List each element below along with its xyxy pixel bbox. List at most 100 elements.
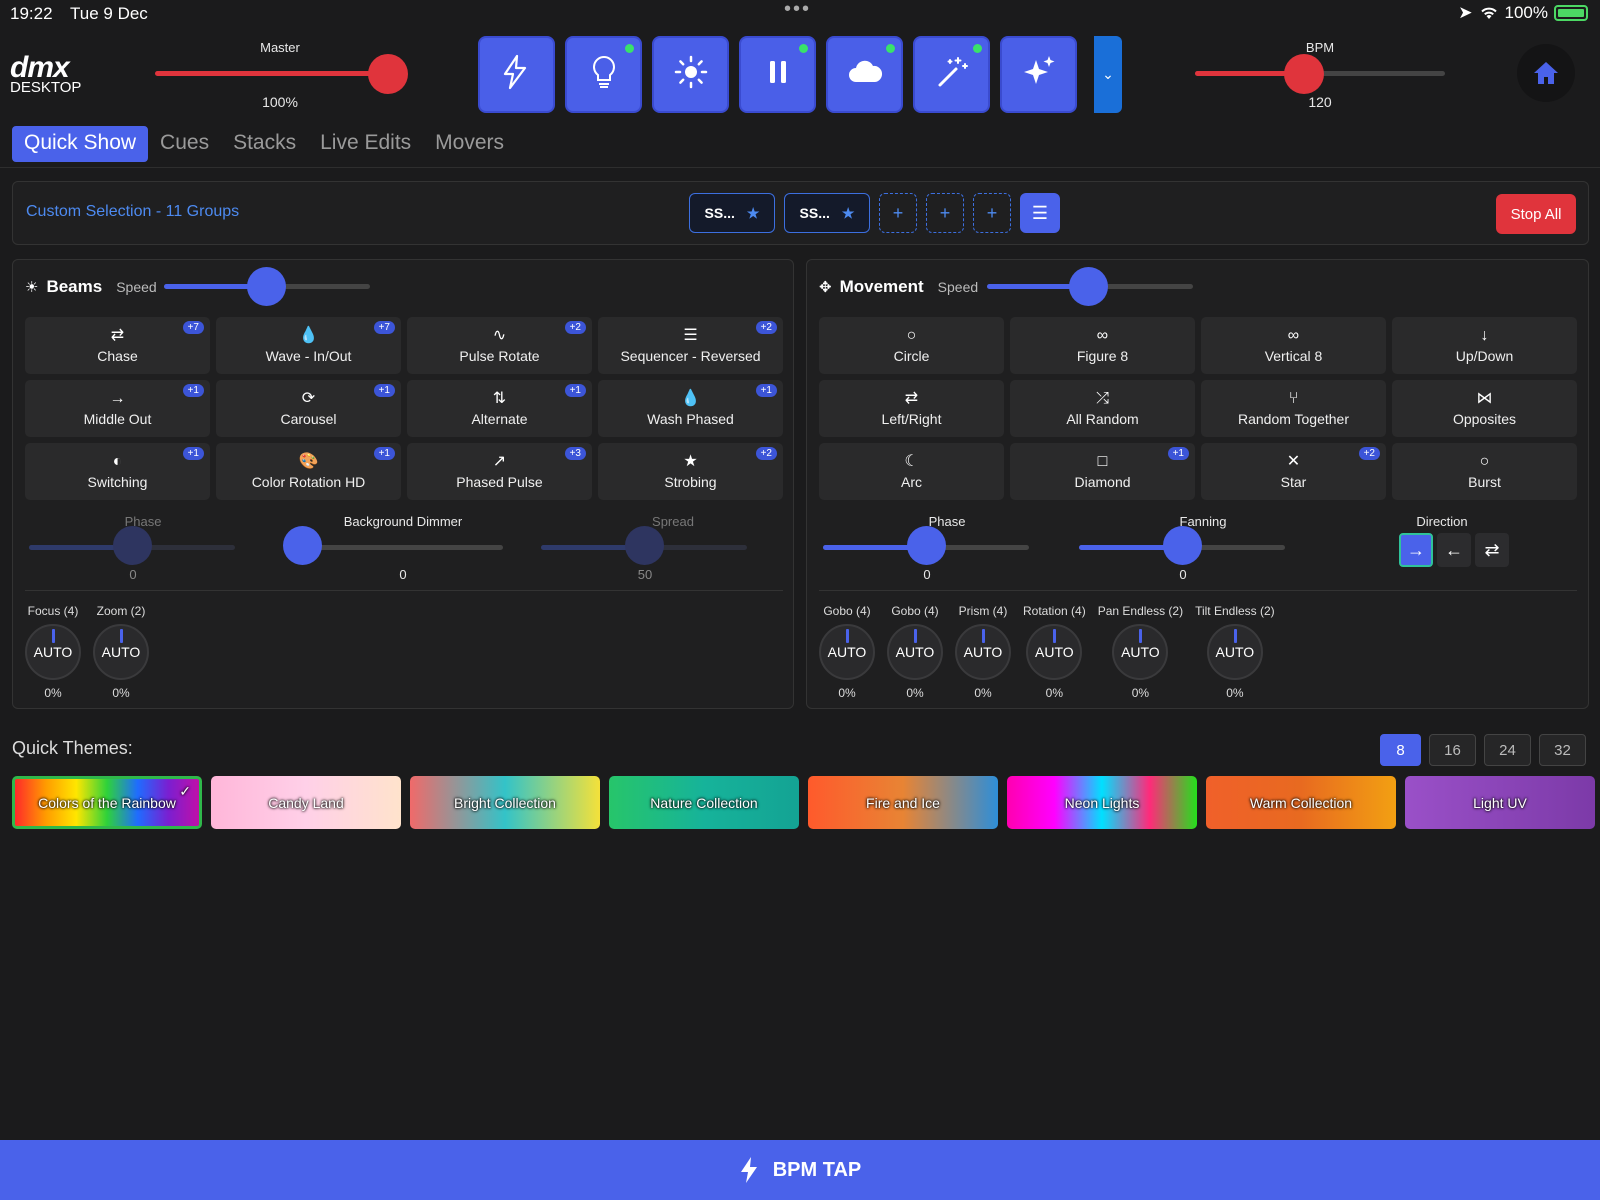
top-button-magic-wand[interactable]: [913, 36, 990, 113]
effect-icon: 💧: [680, 390, 701, 407]
knob-indicator: [52, 629, 55, 643]
effect-middle-out[interactable]: → Middle Out +1: [25, 380, 210, 437]
bpm-tap-button[interactable]: BPM TAP: [0, 1140, 1600, 1200]
tab-cues[interactable]: Cues: [148, 126, 221, 162]
movement-phase-value: 0: [923, 567, 931, 582]
page-32-button[interactable]: 32: [1539, 734, 1586, 766]
knob-dial[interactable]: AUTO: [25, 624, 81, 680]
theme-warm-collection[interactable]: Warm Collection: [1206, 776, 1396, 829]
background-dimmer-knob[interactable]: [283, 526, 322, 565]
beams-phase-knob[interactable]: [113, 526, 152, 565]
knob-value: 0%: [906, 686, 924, 700]
theme-light-uv[interactable]: Light UV: [1405, 776, 1595, 829]
effect-all-random[interactable]: ⤮ All Random: [1010, 380, 1195, 437]
tab-quick-show[interactable]: Quick Show: [12, 126, 149, 162]
fanning-knob[interactable]: [1163, 526, 1202, 565]
effect-star[interactable]: ✕ Star +2: [1201, 443, 1386, 500]
more-chevron-button[interactable]: ⌄: [1094, 36, 1122, 113]
knob-dial[interactable]: AUTO: [1112, 624, 1169, 680]
theme-neon-lights[interactable]: Neon Lights: [1007, 776, 1197, 829]
knob-dial[interactable]: AUTO: [93, 624, 149, 680]
status-time: 19:22: [10, 4, 53, 23]
top-button-lightning[interactable]: [478, 36, 555, 113]
tab-movers[interactable]: Movers: [423, 126, 516, 162]
group-chip-1[interactable]: SS... ★: [689, 193, 775, 233]
movement-panel: ✥ Movement Speed ○ Circle ∞ Figure 8 ∞ Vertic…: [806, 259, 1589, 709]
group-chip-2[interactable]: SS... ★: [784, 193, 870, 233]
knob-dial[interactable]: AUTO: [1206, 624, 1263, 680]
movement-speed-knob[interactable]: [1069, 267, 1108, 306]
effect-icon: ⇅: [492, 390, 507, 407]
effect-switching[interactable]: ◐ Switching +1: [25, 443, 210, 500]
effect-wave-in-out[interactable]: 💧 Wave - In/Out +7: [216, 317, 401, 374]
effect-phased-pulse[interactable]: ↗ Phased Pulse +3: [407, 443, 592, 500]
effect-strobing[interactable]: ★ Strobing +2: [598, 443, 783, 500]
direction-forward-button[interactable]: →: [1399, 533, 1433, 567]
effect-pulse-rotate[interactable]: ∿ Pulse Rotate +2: [407, 317, 592, 374]
direction-reverse-button[interactable]: ←: [1437, 533, 1471, 567]
effect-opposites[interactable]: ⋈ Opposites: [1392, 380, 1577, 437]
effect-sequencer-reversed[interactable]: ☰ Sequencer - Reversed +2: [598, 317, 783, 374]
master-track[interactable]: [155, 71, 389, 76]
count-badge: +1: [182, 447, 204, 460]
effect-label: Wave - In/Out: [265, 348, 352, 364]
knob-dial[interactable]: AUTO: [1026, 624, 1083, 680]
home-icon: [1534, 62, 1558, 84]
theme-bright-collection[interactable]: Bright Collection: [410, 776, 600, 829]
effect-alternate[interactable]: ⇅ Alternate +1: [407, 380, 592, 437]
top-button-cloud[interactable]: [826, 36, 903, 113]
effect-circle[interactable]: ○ Circle: [819, 317, 1004, 374]
knob-dial[interactable]: AUTO: [819, 624, 875, 680]
fanning-label: Fanning: [1179, 514, 1227, 529]
effect-left-right[interactable]: ⇄ Left/Right: [819, 380, 1004, 437]
star-icon: ★: [746, 204, 760, 221]
effect-arc[interactable]: ☾ Arc: [819, 443, 1004, 500]
knob-indicator: [1139, 629, 1143, 643]
background-dimmer-track[interactable]: [297, 545, 503, 550]
theme-page-buttons: 8 16 24 32: [1380, 734, 1586, 766]
movement-title: Movement: [839, 277, 924, 296]
effect-vertical-8[interactable]: ∞ Vertical 8: [1201, 317, 1386, 374]
group-list-button[interactable]: ☰: [1020, 193, 1060, 233]
page-24-button[interactable]: 24: [1484, 734, 1531, 766]
effect-random-together[interactable]: ⑂ Random Together: [1201, 380, 1386, 437]
multitask-dots-icon[interactable]: •••: [784, 0, 811, 21]
count-badge: +7: [373, 321, 395, 334]
beams-speed-knob[interactable]: [247, 267, 286, 306]
master-slider-knob[interactable]: [368, 54, 408, 94]
movement-phase-knob[interactable]: [907, 526, 946, 565]
bpm-slider-knob[interactable]: [1284, 54, 1324, 94]
home-button[interactable]: [1517, 44, 1575, 102]
knob-dial[interactable]: AUTO: [955, 624, 1011, 680]
direction-bounce-button[interactable]: ⇄: [1475, 533, 1509, 567]
knob-value: 0%: [1045, 686, 1064, 700]
stop-all-button[interactable]: Stop All: [1496, 194, 1576, 234]
add-group-chip-2[interactable]: +: [926, 193, 964, 233]
cloud-icon: [845, 52, 885, 97]
effect-figure-8[interactable]: ∞ Figure 8: [1010, 317, 1195, 374]
page-8-button[interactable]: 8: [1380, 734, 1421, 766]
effect-diamond[interactable]: □ Diamond +1: [1010, 443, 1195, 500]
tab-stacks[interactable]: Stacks: [221, 126, 308, 162]
effect-burst[interactable]: ○ Burst: [1392, 443, 1577, 500]
top-button-pause[interactable]: [739, 36, 816, 113]
top-button-bulb[interactable]: [565, 36, 642, 113]
add-group-chip-3[interactable]: +: [973, 193, 1011, 233]
tab-live-edits[interactable]: Live Edits: [308, 126, 423, 162]
theme-candy-land[interactable]: Candy Land: [211, 776, 401, 829]
top-button-sparkles[interactable]: [1000, 36, 1077, 113]
theme-nature-collection[interactable]: Nature Collection: [609, 776, 799, 829]
add-group-chip-1[interactable]: +: [879, 193, 917, 233]
effect-wash-phased[interactable]: 💧 Wash Phased +1: [598, 380, 783, 437]
logo-top: dmx: [10, 51, 70, 84]
theme-fire-and-ice[interactable]: Fire and Ice: [808, 776, 998, 829]
top-button-sun[interactable]: [652, 36, 729, 113]
effect-carousel[interactable]: ⟳ Carousel +1: [216, 380, 401, 437]
effect-up-down[interactable]: ↓ Up/Down: [1392, 317, 1577, 374]
theme-colors-of-the-rainbow[interactable]: Colors of the Rainbow ✓: [12, 776, 202, 829]
effect-chase[interactable]: ⇄ Chase +7: [25, 317, 210, 374]
spread-knob[interactable]: [625, 526, 664, 565]
page-16-button[interactable]: 16: [1429, 734, 1476, 766]
knob-dial[interactable]: AUTO: [887, 624, 943, 680]
effect-color-rotation-hd[interactable]: 🎨 Color Rotation HD +1: [216, 443, 401, 500]
